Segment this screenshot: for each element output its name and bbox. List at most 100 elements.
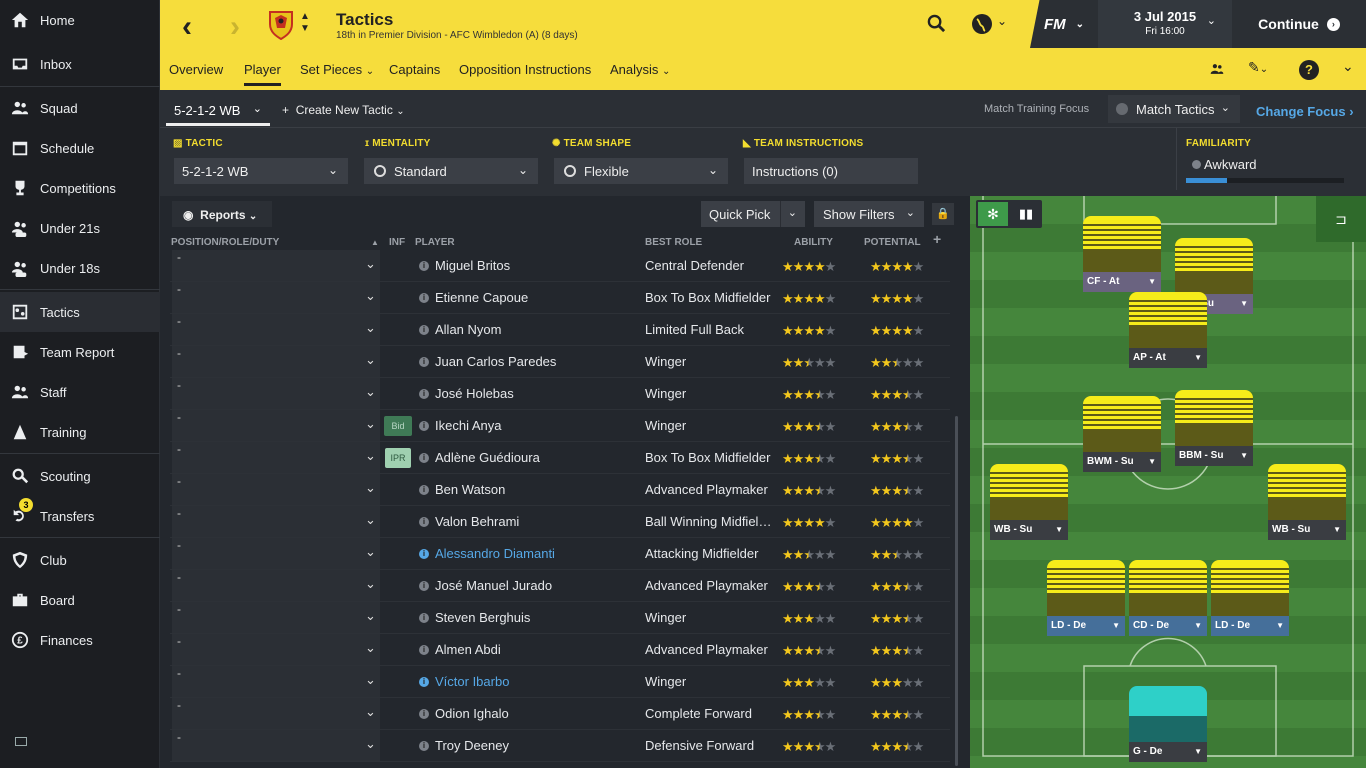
player-name[interactable]: Miguel Britos [435,258,510,273]
player-row[interactable]: - ⌄ i Almen Abdi Advanced Playmaker ★★★★★… [170,634,950,666]
help-icon[interactable]: ? [1299,60,1319,80]
info-icon[interactable]: i [419,389,429,399]
position-role-duty-select[interactable]: - ⌄ [172,634,380,665]
tab-opposition-instructions[interactable]: Opposition Instructions [459,62,591,77]
position-role-duty-select[interactable]: - ⌄ [172,538,380,569]
position-role-duty-select[interactable]: - ⌄ [172,378,380,409]
sidebar-item-tactics[interactable]: Tactics [0,292,160,332]
col-best-role[interactable]: BEST ROLE [645,237,702,248]
player-name[interactable]: Alessandro Diamanti [435,546,555,561]
player-name[interactable]: José Holebas [435,386,514,401]
position-card[interactable]: LD - De ▼ [1047,560,1125,636]
position-role-duty-select[interactable]: - ⌄ [172,570,380,601]
position-role-duty-select[interactable]: - ⌄ [172,698,380,729]
position-role-duty-select[interactable]: - ⌄ [172,410,380,441]
tab-player[interactable]: Player [244,62,281,86]
tactic-tab-selector[interactable]: 5-2-1-2 WB ⌄ [166,90,270,126]
info-icon[interactable]: i [419,325,429,335]
info-icon[interactable]: i [419,549,429,559]
tab-set-pieces[interactable]: Set Pieces ⌄ [300,62,374,77]
role-duty-label[interactable]: BWM - Su ▼ [1083,452,1161,472]
position-role-duty-select[interactable]: - ⌄ [172,506,380,537]
chevron-down-icon[interactable]: ⌄ [1342,58,1354,75]
search-icon[interactable] [927,14,946,38]
info-icon[interactable]: i [419,485,429,495]
player-name[interactable]: Víctor Ibarbo [435,674,509,689]
sidebar-item-schedule[interactable]: Schedule [0,128,160,168]
player-row[interactable]: - ⌄ i Juan Carlos Paredes Winger ★★★★★ ★★… [170,346,950,378]
sidebar-item-under21s[interactable]: Under 21s [0,208,160,248]
match-tactics-dropdown[interactable]: Match Tactics ⌄ [1108,95,1240,123]
sidebar-item-under18s[interactable]: Under 18s [0,248,160,288]
player-name[interactable]: Allan Nyom [435,322,501,337]
col-potential[interactable]: POTENTIAL [864,237,921,248]
pitch-view-icon[interactable]: ✻ [978,202,1008,226]
sidebar-item-scouting[interactable]: Scouting [0,456,160,496]
player-row[interactable]: - ⌄ Bid i Ikechi Anya Winger ★★★★★ ★★★★★ [170,410,950,442]
info-icon[interactable]: i [419,453,429,463]
col-ability[interactable]: ABILITY [794,237,833,248]
player-row[interactable]: - ⌄ i Ben Watson Advanced Playmaker ★★★★★… [170,474,950,506]
chevron-down-icon[interactable]: ⌄ [997,14,1007,28]
player-row[interactable]: - ⌄ i Odion Ighalo Complete Forward ★★★★★… [170,698,950,730]
tab-analysis[interactable]: Analysis ⌄ [610,62,670,77]
info-icon[interactable]: i [419,261,429,271]
forward-arrow-icon[interactable]: › [230,10,240,44]
date-display[interactable]: 3 Jul 2015 Fri 16:00 ⌄ [1098,0,1232,48]
create-new-tactic-button[interactable]: + Create New Tactic ⌄ [282,103,405,117]
player-row[interactable]: - ⌄ i Víctor Ibarbo Winger ★★★★★ ★★★★★ [170,666,950,698]
position-card[interactable]: WB - Su ▼ [1268,464,1346,540]
position-role-duty-select[interactable]: - ⌄ [172,346,380,377]
player-name[interactable]: Etienne Capoue [435,290,528,305]
position-role-duty-select[interactable]: - ⌄ [172,314,380,345]
position-role-duty-select[interactable]: - ⌄ [172,730,380,761]
collapse-sidebar-icon[interactable] [15,737,27,746]
bar-chart-icon[interactable]: ▮▮ [1011,202,1041,226]
player-row[interactable]: - ⌄ i Troy Deeney Defensive Forward ★★★★★… [170,730,950,762]
position-role-duty-select[interactable]: - ⌄ [172,442,380,473]
sidebar-item-finances[interactable]: £ Finances [0,620,160,660]
reports-dropdown[interactable]: ◉ Reports ⌄ [172,201,272,227]
sidebar-item-home[interactable]: Home [0,0,160,40]
player-row[interactable]: - ⌄ i José Manuel Jurado Advanced Playmak… [170,570,950,602]
info-icon[interactable]: i [419,645,429,655]
col-player[interactable]: PLAYER [415,237,455,248]
tab-captains[interactable]: Captains [389,62,440,77]
sidebar-item-competitions[interactable]: Competitions [0,168,160,208]
role-duty-label[interactable]: WB - Su ▼ [1268,520,1346,540]
player-row[interactable]: - ⌄ IPR i Adlène Guédioura Box To Box Mid… [170,442,950,474]
position-role-duty-select[interactable]: - ⌄ [172,474,380,505]
player-name[interactable]: Almen Abdi [435,642,501,657]
sidebar-item-transfers[interactable]: 3 Transfers [0,496,160,536]
info-icon[interactable]: i [419,709,429,719]
info-icon[interactable]: i [419,677,429,687]
role-duty-label[interactable]: CD - De ▼ [1129,616,1207,636]
mentality-select[interactable]: Standard ⌄ [364,158,538,184]
scrollbar[interactable] [955,416,958,766]
club-switch-icon[interactable]: ▲ ▼ [300,11,310,35]
position-card[interactable]: G - De ▼ [1129,686,1207,762]
info-icon[interactable]: i [419,613,429,623]
position-card[interactable]: BBM - Su ▼ [1175,390,1253,466]
people-icon[interactable] [1210,62,1224,79]
player-name[interactable]: Juan Carlos Paredes [435,354,556,369]
familiarity-value[interactable]: Awkward [1192,157,1257,172]
player-name[interactable]: Adlène Guédioura [435,450,540,465]
player-name[interactable]: Ben Watson [435,482,505,497]
info-icon[interactable]: i [419,357,429,367]
sidebar-item-inbox[interactable]: Inbox [0,44,160,84]
player-row[interactable]: - ⌄ i Allan Nyom Limited Full Back ★★★★★ … [170,314,950,346]
role-duty-label[interactable]: G - De ▼ [1129,742,1207,762]
fm-menu-button[interactable]: FM ⌄ [1030,0,1098,48]
sort-asc-icon[interactable]: ▲ [371,238,379,247]
sidebar-item-squad[interactable]: Squad [0,88,160,128]
player-row[interactable]: - ⌄ i Etienne Capoue Box To Box Midfielde… [170,282,950,314]
player-name[interactable]: Steven Berghuis [435,610,530,625]
position-card[interactable]: CD - De ▼ [1129,560,1207,636]
lock-icon[interactable]: 🔒 [932,203,954,225]
position-card[interactable]: CF - At ▼ [1083,216,1161,292]
player-name[interactable]: José Manuel Jurado [435,578,552,593]
player-name[interactable]: Valon Behrami [435,514,519,529]
position-role-duty-select[interactable]: - ⌄ [172,250,380,281]
info-icon[interactable]: i [419,581,429,591]
